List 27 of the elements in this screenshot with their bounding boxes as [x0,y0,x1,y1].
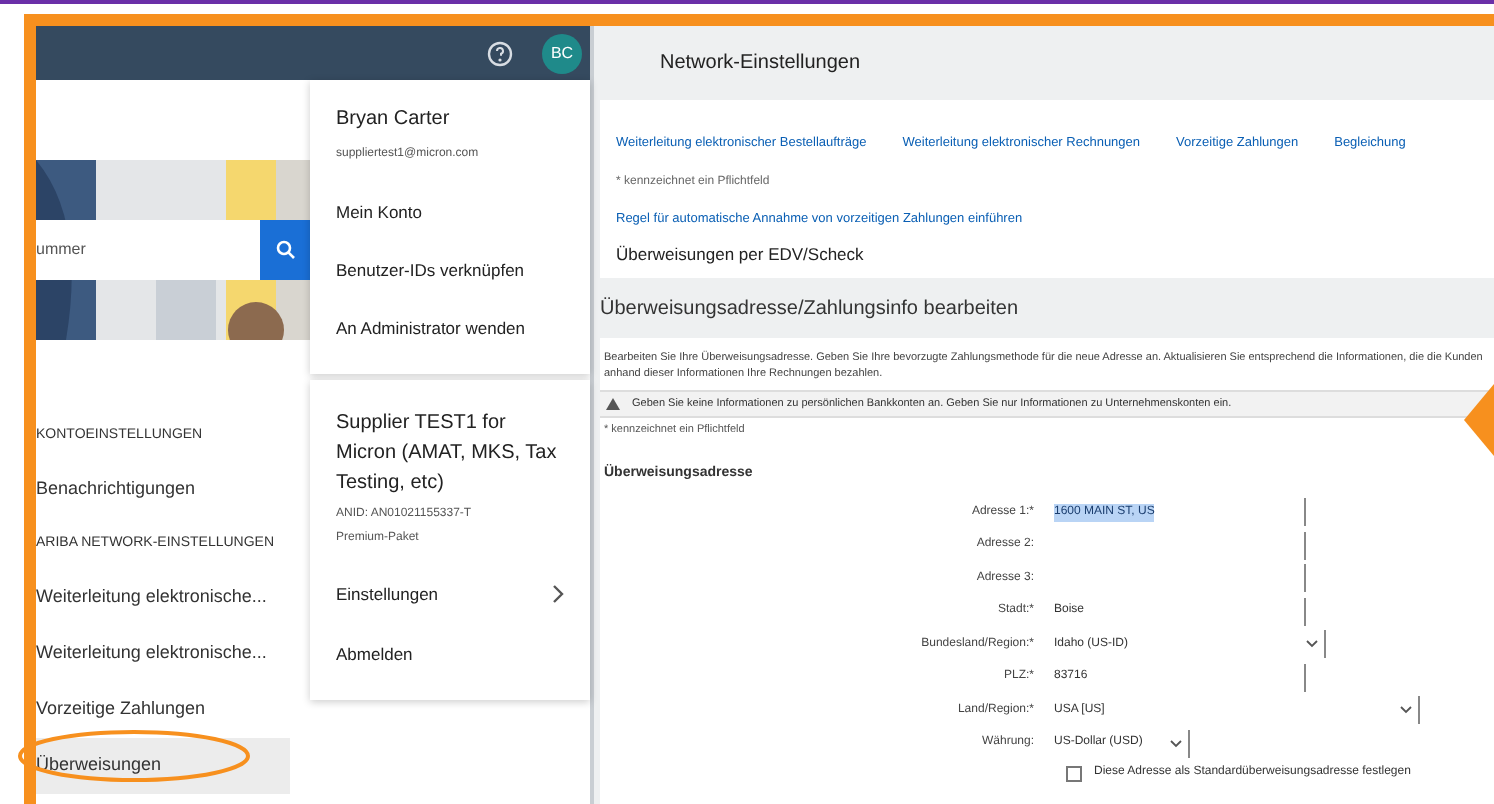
search-field[interactable]: ummer [36,220,260,280]
menu-item[interactable]: Abmelden [336,624,564,684]
search-icon [275,240,295,260]
warning-icon [606,398,620,411]
avatar[interactable]: BC [542,33,582,73]
menu-item[interactable]: Mein Konto [336,184,564,242]
menu-item[interactable]: Einstellungen [336,564,564,624]
edit-title: Überweisungsadresse/Zahlungsinfo bearbeiten [598,295,1021,324]
section-title: Überweisungen per EDV/Scheck [616,241,866,267]
chevron-right-icon [552,584,564,604]
sidebar-item[interactable]: Weiterleitung elektronische... [36,626,290,682]
sidebar-item[interactable]: Vorzeitige Zahlungen [36,682,290,738]
search-button[interactable] [260,220,310,280]
page-title: Network-Einstellungen [658,50,863,78]
help-icon[interactable] [486,39,514,67]
sidebar-item[interactable]: Weiterleitung elektronische... [36,570,290,626]
menu-item[interactable]: An Administrator wenden [336,300,564,358]
chevron-down-icon [1170,739,1182,748]
menu-item[interactable]: Benutzer-IDs verknüpfen [336,242,564,300]
user-name: Bryan Carter [336,106,452,134]
chevron-down-icon [1400,706,1412,715]
company-name: Supplier TEST1 for Micron (AMAT, MKS, Tax Testing, etc) [336,410,559,498]
checkbox[interactable] [1066,765,1082,781]
sidebar-item[interactable]: Überweisungen [36,738,290,794]
sidebar-item[interactable]: Benachrichtigungen [36,462,290,518]
chevron-down-icon [1306,640,1318,649]
pointer-arrow [1464,384,1494,456]
